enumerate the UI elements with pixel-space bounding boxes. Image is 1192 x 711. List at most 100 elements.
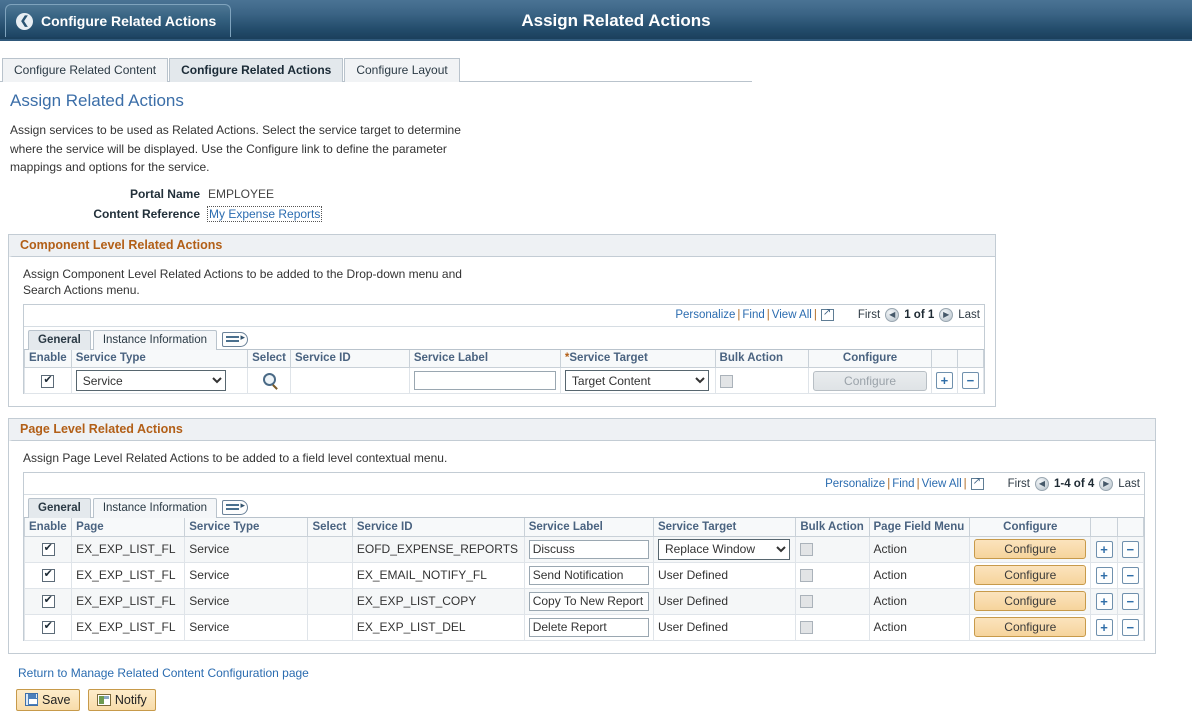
remove-row-button[interactable]: −: [1122, 541, 1139, 558]
page-find-link[interactable]: Find: [892, 478, 914, 490]
component-first-link[interactable]: First: [858, 309, 880, 321]
remove-row-button[interactable]: −: [962, 372, 979, 389]
enable-checkbox[interactable]: [42, 569, 55, 582]
remove-row-button[interactable]: −: [1122, 567, 1139, 584]
remove-row-button[interactable]: −: [1122, 593, 1139, 610]
grid-customize-icon[interactable]: [222, 500, 248, 515]
component-cell-configure: Configure: [809, 368, 932, 394]
prev-arrow-icon[interactable]: ◀: [885, 308, 899, 322]
content-reference-link[interactable]: My Expense Reports: [208, 207, 321, 221]
page-cell-service-label: [524, 614, 653, 640]
service-label-input[interactable]: [529, 540, 649, 559]
page-col-select: Select: [308, 518, 352, 536]
component-grid-table: Enable Service Type Select Service ID Se…: [24, 350, 984, 395]
page-cell-select: [308, 562, 352, 588]
enable-checkbox[interactable]: [42, 543, 55, 556]
portal-name-label: Portal Name: [8, 185, 208, 203]
page-cell-service-type: Service: [185, 614, 308, 640]
page-view-all-link[interactable]: View All: [922, 478, 962, 490]
configure-button[interactable]: Configure: [974, 539, 1086, 559]
component-col-enable: Enable: [25, 350, 72, 368]
service-target-select[interactable]: Target Content: [565, 370, 709, 391]
component-last-link[interactable]: Last: [958, 309, 980, 321]
page-level-section: Page Level Related Actions Assign Page L…: [8, 418, 1156, 654]
content-reference-row: Content Reference My Expense Reports: [8, 205, 1184, 223]
content-reference-label: Content Reference: [8, 205, 208, 223]
page-cell-enable: [25, 562, 72, 588]
next-arrow-icon[interactable]: ▶: [939, 308, 953, 322]
notify-button[interactable]: Notify: [88, 689, 156, 711]
add-row-button[interactable]: +: [1096, 593, 1113, 610]
save-button-label: Save: [42, 693, 71, 707]
component-col-service-type: Service Type: [71, 350, 247, 368]
component-cell-service-type: Service: [71, 368, 247, 394]
new-window-icon[interactable]: [971, 478, 984, 490]
configure-button[interactable]: Configure: [974, 617, 1086, 637]
component-col-configure: Configure: [809, 350, 932, 368]
portal-name-value: EMPLOYEE: [208, 185, 274, 203]
page-cell-remove: −: [1117, 536, 1143, 562]
add-row-button[interactable]: +: [1096, 541, 1113, 558]
page-col-enable: Enable: [25, 518, 72, 536]
component-cell-add: +: [931, 368, 957, 394]
component-gtab-instance-information[interactable]: Instance Information: [93, 330, 217, 350]
prev-arrow-icon[interactable]: ◀: [1035, 477, 1049, 491]
page-gtab-general[interactable]: General: [28, 498, 91, 518]
notify-button-label: Notify: [115, 693, 147, 707]
configure-button[interactable]: Configure: [974, 591, 1086, 611]
next-arrow-icon[interactable]: ▶: [1099, 477, 1113, 491]
component-cell-service-id: [291, 368, 410, 394]
page-first-link[interactable]: First: [1008, 478, 1030, 490]
page-cell-service-id: EOFD_EXPENSE_REPORTS: [352, 536, 524, 562]
component-gtab-general[interactable]: General: [28, 330, 91, 350]
tab-configure-layout[interactable]: Configure Layout: [344, 58, 459, 82]
table-row: EX_EXP_LIST_FLServiceEX_EXP_LIST_COPYUse…: [25, 588, 1144, 614]
page-gtab-instance-information[interactable]: Instance Information: [93, 498, 217, 518]
grid-customize-icon[interactable]: [222, 332, 248, 347]
bulk-action-checkbox: [800, 543, 813, 556]
save-button[interactable]: Save: [16, 689, 80, 711]
component-view-all-link[interactable]: View All: [772, 309, 812, 321]
page-col-add: [1091, 518, 1117, 536]
service-type-select[interactable]: Service: [76, 370, 226, 391]
page-cell-service-label: [524, 588, 653, 614]
tab-configure-related-content[interactable]: Configure Related Content: [2, 58, 168, 82]
bulk-action-checkbox: [800, 621, 813, 634]
enable-checkbox[interactable]: [42, 621, 55, 634]
service-label-input[interactable]: [529, 566, 649, 585]
lookup-icon[interactable]: [263, 373, 276, 386]
tab-configure-related-actions[interactable]: Configure Related Actions: [169, 58, 343, 82]
component-personalize-link[interactable]: Personalize: [675, 309, 735, 321]
configure-button[interactable]: Configure: [974, 565, 1086, 585]
page-cell-bulk-action: [796, 588, 869, 614]
breadcrumb-back-button[interactable]: ❮ Configure Related Actions: [5, 4, 231, 37]
page-pager: First ◀ 1-4 of 4 ▶ Last: [1008, 477, 1140, 491]
remove-row-button[interactable]: −: [1122, 619, 1139, 636]
add-row-button[interactable]: +: [1096, 619, 1113, 636]
page-cell-page: EX_EXP_LIST_FL: [72, 536, 185, 562]
return-to-manage-related-content-link[interactable]: Return to Manage Related Content Configu…: [18, 666, 309, 680]
bulk-action-checkbox: [800, 569, 813, 582]
add-row-button[interactable]: +: [1096, 567, 1113, 584]
page-cell-configure: Configure: [970, 614, 1091, 640]
enable-checkbox[interactable]: [42, 595, 55, 608]
page-last-link[interactable]: Last: [1118, 478, 1140, 490]
page-cell-select: [308, 588, 352, 614]
service-label-input[interactable]: [414, 371, 556, 390]
add-row-button[interactable]: +: [936, 372, 953, 389]
component-col-add: [931, 350, 957, 368]
page-cell-page-field-menu: Action: [869, 588, 970, 614]
page-col-service-type: Service Type: [185, 518, 308, 536]
page-cell-bulk-action: [796, 536, 869, 562]
page-personalize-link[interactable]: Personalize: [825, 478, 885, 490]
enable-checkbox[interactable]: [41, 375, 54, 388]
page-col-remove: [1117, 518, 1143, 536]
component-find-link[interactable]: Find: [742, 309, 764, 321]
new-window-icon[interactable]: [821, 309, 834, 321]
page-section-header: Page Level Related Actions: [9, 419, 1155, 441]
service-target-select[interactable]: Replace Window: [658, 539, 790, 560]
service-label-input[interactable]: [529, 618, 649, 637]
service-label-input[interactable]: [529, 592, 649, 611]
page-cell-remove: −: [1117, 588, 1143, 614]
component-page-range: 1 of 1: [904, 309, 934, 321]
